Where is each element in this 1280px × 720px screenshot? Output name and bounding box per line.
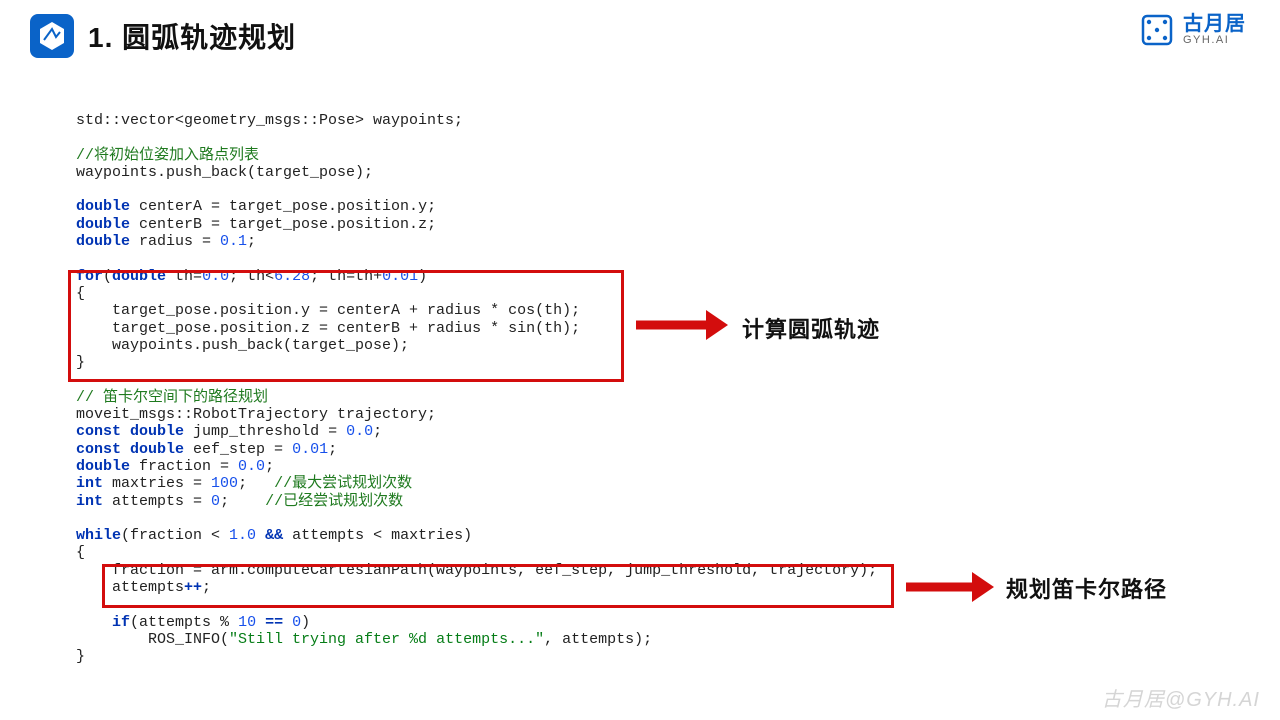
annotation-cartesian: 规划笛卡尔路径: [1006, 572, 1167, 604]
page-title: 1. 圆弧轨迹规划: [88, 16, 296, 56]
watermark: 古月居@GYH.AI: [1102, 683, 1260, 712]
brand-name-en: GYH.AI: [1183, 35, 1246, 47]
brand-logo: 古月居 GYH.AI: [1139, 12, 1246, 48]
brand-icon: [1139, 12, 1175, 48]
logo-icon: [30, 14, 74, 58]
highlight-arc-loop: [68, 270, 624, 382]
arrow-2: [906, 580, 992, 594]
highlight-compute-path: [102, 564, 894, 608]
slide-header: 1. 圆弧轨迹规划: [0, 0, 1280, 64]
annotation-arc: 计算圆弧轨迹: [742, 312, 880, 344]
arrow-1: [636, 318, 726, 332]
brand-name-cn: 古月居: [1183, 14, 1246, 35]
